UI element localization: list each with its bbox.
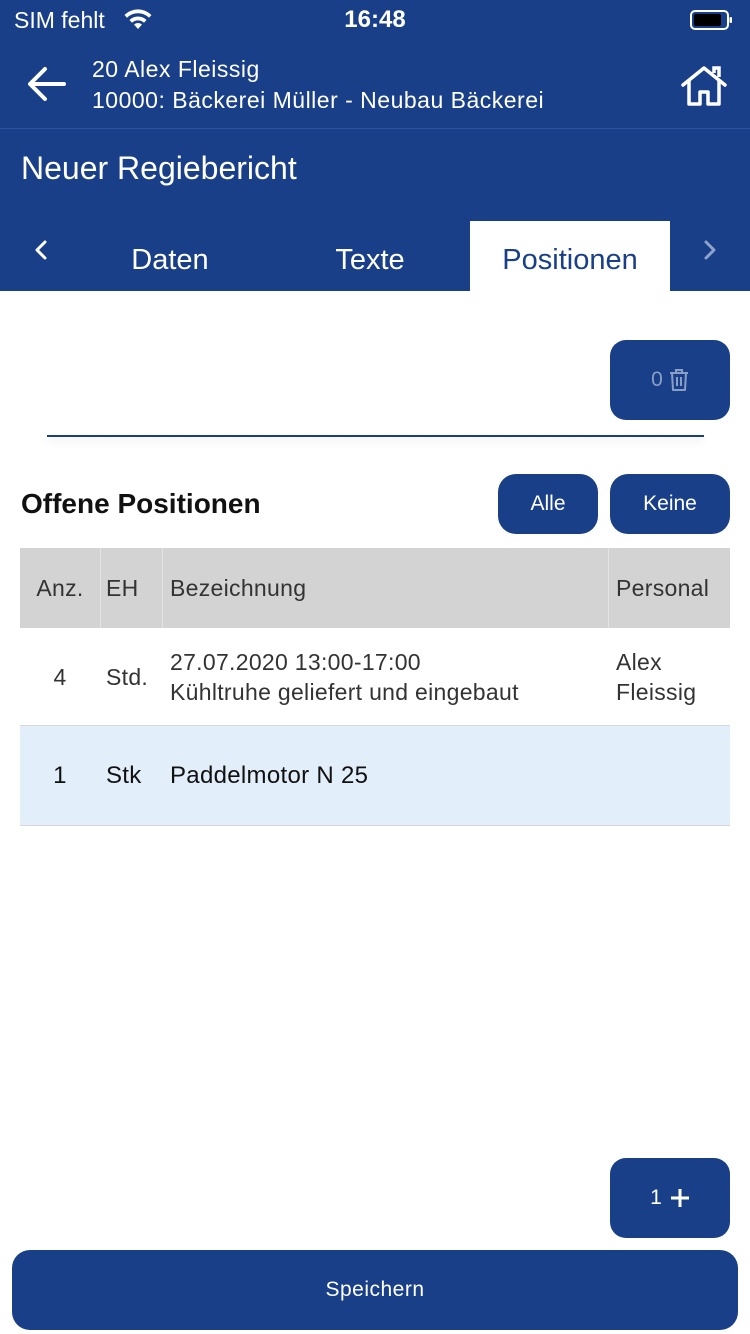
nav-divider (0, 128, 750, 129)
trash-icon (669, 369, 688, 391)
column-header-personal: Personal (616, 574, 710, 601)
row-personal-line1: Alex (616, 648, 662, 675)
row-description-line1: 27.07.2020 13:00-17:00 (170, 648, 421, 675)
save-button[interactable]: Speichern (12, 1250, 738, 1330)
row-unit: Stk (106, 761, 142, 789)
page-title: Neuer Regiebericht (21, 150, 297, 186)
plus-icon (670, 1189, 689, 1207)
column-header-description: Bezeichnung (170, 574, 307, 601)
row-description-line2: Kühltruhe geliefert und eingebaut (170, 678, 519, 705)
delete-count: 0 (651, 368, 663, 391)
positions-table: Anz. EH Bezeichnung Personal 4 Std. 27.0… (20, 548, 730, 826)
delete-selected-button[interactable]: 0 (610, 340, 730, 420)
home-button[interactable] (678, 62, 730, 110)
table-row[interactable]: 4 Std. 27.07.2020 13:00-17:00 Kühltruhe … (20, 628, 730, 726)
app-screen: SIM fehlt 16:48 20 Alex Fleissig 10000: … (0, 0, 750, 1334)
row-description: Paddelmotor N 25 (170, 761, 369, 789)
row-personal (616, 726, 730, 825)
chevron-left-icon (35, 240, 47, 260)
status-bar: SIM fehlt 16:48 (0, 0, 750, 40)
arrow-left-icon (28, 67, 66, 101)
select-all-button[interactable]: Alle (498, 474, 598, 534)
section-divider (47, 435, 704, 437)
table-header: Anz. EH Bezeichnung Personal (20, 548, 730, 628)
tab-next-button[interactable] (675, 215, 745, 285)
row-personal-line2: Fleissig (616, 678, 697, 705)
row-qty: 1 (53, 761, 67, 789)
tab-texte[interactable]: Texte (270, 221, 470, 291)
project-label: 10000: Bäckerei Müller - Neubau Bäckerei (92, 87, 545, 113)
clock: 16:48 (344, 6, 406, 33)
select-none-button[interactable]: Keine (610, 474, 730, 534)
home-icon (681, 66, 727, 106)
row-unit: Std. (106, 663, 149, 690)
column-divider (162, 548, 163, 628)
tab-bar: Daten Texte Positionen (0, 221, 750, 291)
tab-daten[interactable]: Daten (70, 221, 270, 291)
chevron-right-icon (704, 240, 716, 260)
table-row[interactable]: 1 Stk Paddelmotor N 25 (20, 726, 730, 826)
tab-prev-button[interactable] (6, 215, 76, 285)
column-header-qty: Anz. (36, 574, 84, 601)
add-count: 1 (650, 1186, 662, 1209)
column-header-unit: EH (106, 574, 139, 601)
column-divider (100, 548, 101, 628)
row-description: 27.07.2020 13:00-17:00 Kühltruhe geliefe… (170, 628, 600, 725)
add-position-button[interactable]: 1 (610, 1158, 730, 1238)
section-title: Offene Positionen (21, 488, 261, 519)
employee-label: 20 Alex Fleissig (92, 56, 260, 82)
battery-icon (690, 10, 732, 30)
back-button[interactable] (22, 62, 70, 106)
column-divider (608, 548, 609, 628)
nav-bar: 20 Alex Fleissig 10000: Bäckerei Müller … (0, 40, 750, 128)
header: SIM fehlt 16:48 20 Alex Fleissig 10000: … (0, 0, 750, 291)
row-personal: Alex Fleissig (616, 628, 730, 725)
row-qty: 4 (53, 663, 67, 690)
tab-positionen[interactable]: Positionen (470, 221, 670, 291)
